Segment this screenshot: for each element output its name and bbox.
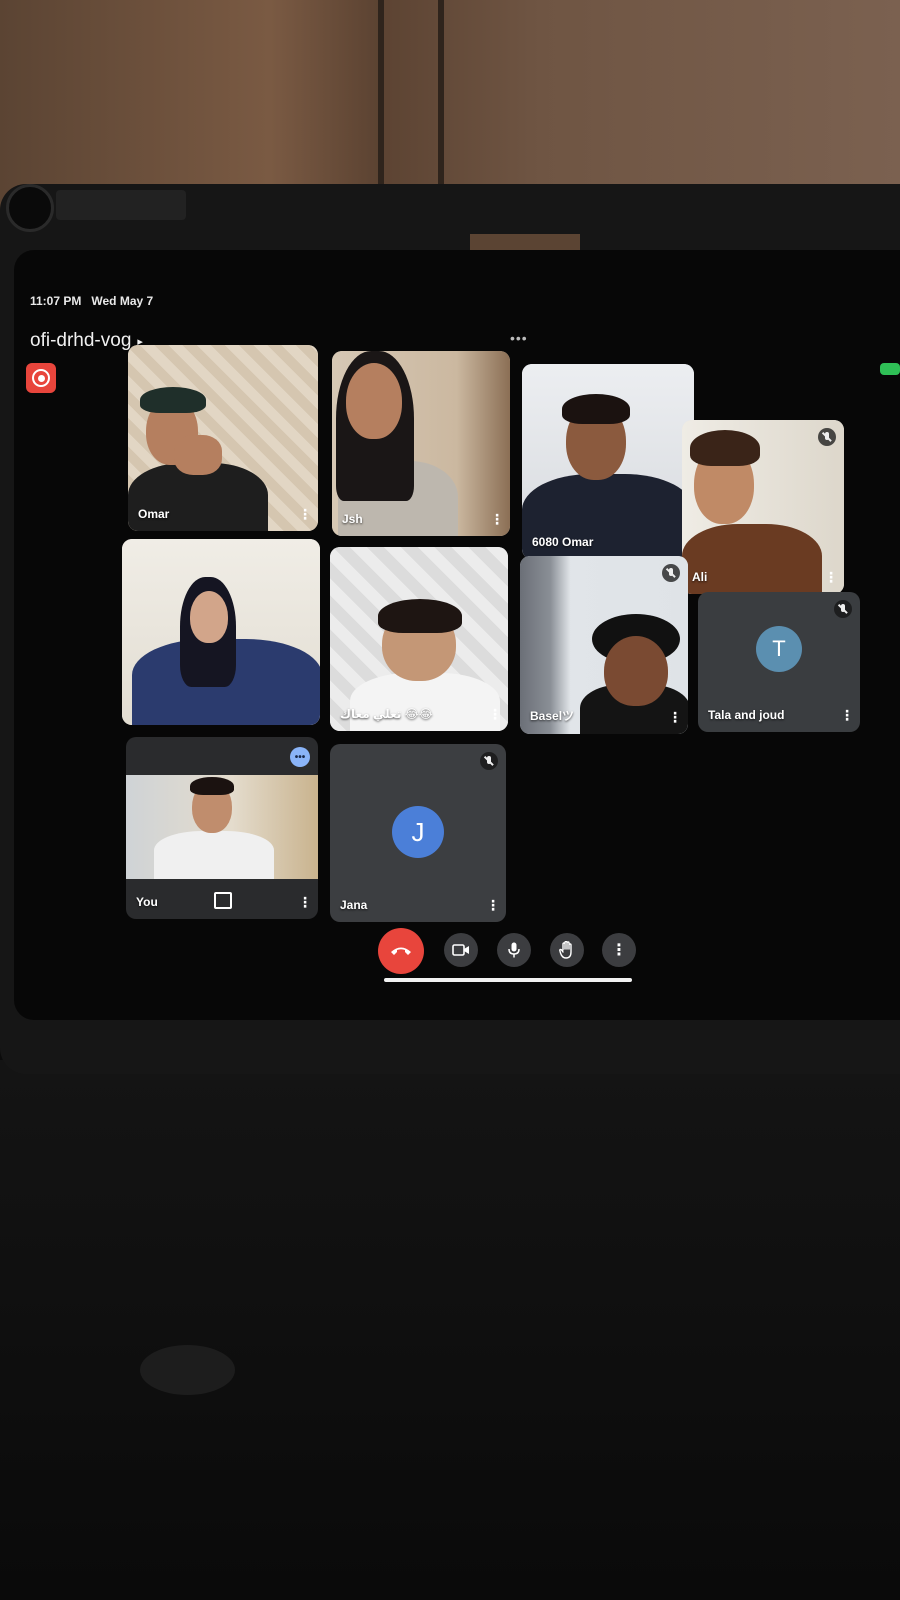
participant-face	[346, 363, 402, 439]
self-video	[126, 775, 318, 879]
tile-more-icon[interactable]: ⋮	[840, 707, 854, 724]
battery-indicator	[880, 363, 900, 375]
home-indicator[interactable]	[384, 978, 632, 982]
participant-avatar: J	[392, 806, 444, 858]
multitasking-dots-icon[interactable]: •••	[510, 330, 528, 346]
participant-name: Tala and joud	[708, 708, 785, 722]
participant-hair	[378, 599, 462, 633]
muted-mic-icon	[480, 752, 498, 770]
participant-name: Ali	[692, 570, 708, 584]
muted-mic-icon	[834, 600, 852, 618]
participant-face	[604, 636, 668, 706]
participant-face	[190, 591, 228, 643]
tile-more-icon[interactable]: ⋮	[486, 897, 500, 914]
more-options-icon: ⋮	[611, 942, 627, 959]
participant-cap	[140, 387, 206, 413]
table-smudge	[140, 1345, 235, 1395]
participant-hair	[690, 430, 760, 466]
participant-tile-jsh[interactable]: Jsh ⋮	[332, 351, 510, 536]
table-surface	[0, 1060, 900, 1600]
edit-effects-icon[interactable]	[214, 892, 232, 909]
more-options-icon[interactable]: •••	[290, 747, 310, 767]
participant-tile-basel[interactable]: Baselツ ⋮	[520, 556, 688, 734]
status-time: 11:07 PM	[30, 294, 82, 308]
avatar-letter: J	[411, 816, 425, 847]
participant-tile-tala-and-joud[interactable]: T Tala and joud ⋮	[698, 592, 860, 732]
raise-hand-icon	[559, 941, 572, 959]
participant-name: You	[136, 895, 158, 909]
pencil-slot	[56, 190, 186, 220]
participant-body	[350, 673, 500, 731]
participant-name: Jsh	[342, 512, 363, 526]
tile-more-icon[interactable]: ⋮	[488, 706, 502, 723]
more-options-button[interactable]: ⋮	[602, 933, 636, 967]
raise-hand-button[interactable]	[550, 933, 584, 967]
participant-tile-jana[interactable]: J Jana ⋮	[330, 744, 506, 922]
participant-body	[154, 831, 274, 879]
muted-mic-icon	[662, 564, 680, 582]
participant-name: Omar	[138, 507, 170, 521]
avatar-letter: T	[772, 636, 786, 661]
record-icon[interactable]	[26, 363, 56, 393]
participant-name: تعلي معاك 😂😂	[340, 707, 433, 721]
end-call-icon	[391, 947, 411, 955]
tile-more-icon[interactable]: ⋮	[298, 506, 312, 523]
participant-tile-omar[interactable]: Omar ⋮	[128, 345, 318, 531]
participant-hair	[190, 777, 234, 795]
participant-name: Baselツ	[530, 709, 575, 723]
end-call-button[interactable]	[378, 928, 424, 974]
participant-hair	[562, 394, 630, 424]
microphone-icon	[508, 942, 520, 958]
video-camera-icon	[452, 944, 469, 956]
participant-avatar: T	[756, 626, 802, 672]
muted-mic-icon	[818, 428, 836, 446]
tile-more-icon[interactable]: ⋮	[490, 511, 504, 528]
participant-hand	[174, 435, 222, 475]
tile-more-icon[interactable]: ⋮	[824, 569, 838, 586]
meeting-code: ofi-drhd-vog	[30, 330, 132, 351]
status-date: Wed May 7	[91, 294, 154, 308]
camera-button[interactable]	[444, 933, 478, 967]
meeting-code-button[interactable]: ofi-drhd-vog ▸	[30, 330, 143, 352]
tile-more-icon[interactable]: ⋮	[668, 709, 682, 726]
tablet-camera	[6, 184, 54, 232]
participant-tile-ali[interactable]: Ali ⋮	[682, 420, 844, 594]
tile-more-icon[interactable]: ⋮	[298, 894, 312, 911]
status-bar: 11:07 PM Wed May 7	[30, 294, 153, 308]
participant-tile-hijab[interactable]	[122, 539, 320, 725]
participant-name: Jana	[340, 898, 368, 912]
microphone-button[interactable]	[497, 933, 531, 967]
participant-name: 6080 Omar	[532, 535, 594, 549]
tablet-screen: 11:07 PM Wed May 7 ofi-drhd-vog ▸ ••• Om…	[14, 250, 900, 1020]
participant-tile-you[interactable]: ••• You ⋮	[126, 737, 318, 919]
participant-tile-taalimaak[interactable]: تعلي معاك 😂😂 ⋮	[330, 547, 508, 731]
participant-tile-6080-omar[interactable]: 6080 Omar	[522, 364, 694, 559]
